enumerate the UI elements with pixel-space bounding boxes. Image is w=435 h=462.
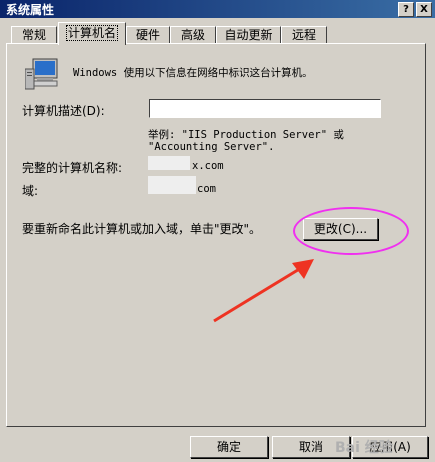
tab-strip: 常规 计算机名 硬件 高级 自动更新 远程	[8, 22, 428, 45]
example-line-1: 举例: "IIS Production Server" 或	[148, 129, 344, 141]
tab-general[interactable]: 常规	[11, 26, 57, 44]
domain-value: com	[197, 183, 216, 195]
arrow-icon	[213, 259, 314, 323]
window-title: 系统属性	[6, 3, 55, 17]
tab-computer-name[interactable]: 计算机名	[58, 22, 126, 45]
tab-remote[interactable]: 远程	[281, 26, 327, 44]
redacted-area	[148, 156, 190, 170]
redacted-area	[148, 176, 196, 194]
watermark: Bai 经验	[335, 440, 393, 456]
full-name-value: x.com	[192, 160, 224, 172]
description-label: 计算机描述(D):	[22, 104, 105, 118]
close-button[interactable]: X	[416, 2, 432, 17]
ok-button[interactable]: 确定	[190, 436, 268, 458]
tab-automatic-updates[interactable]: 自动更新	[216, 26, 281, 44]
domain-label: 域:	[22, 184, 39, 198]
title-bar: 系统属性 ? X	[0, 0, 435, 18]
description-input[interactable]	[149, 99, 381, 118]
full-name-label: 完整的计算机名称:	[22, 161, 123, 175]
intro-text: Windows 使用以下信息在网络中标识这台计算机。	[73, 67, 313, 79]
rename-instruction: 要重新命名此计算机或加入域，单击"更改"。	[22, 222, 262, 236]
tab-hardware[interactable]: 硬件	[126, 26, 170, 44]
help-button[interactable]: ?	[398, 2, 414, 17]
tab-advanced[interactable]: 高级	[170, 26, 216, 44]
computer-icon	[25, 58, 58, 90]
highlight-ellipse	[293, 207, 409, 255]
example-line-2: "Accounting Server".	[148, 141, 275, 153]
